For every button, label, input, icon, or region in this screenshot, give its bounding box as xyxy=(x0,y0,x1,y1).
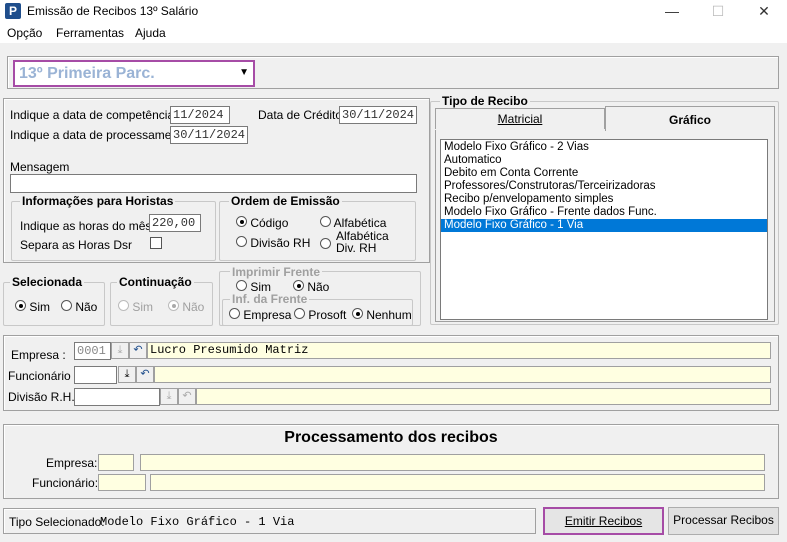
funcionario-name-field xyxy=(154,366,771,383)
ordem-alfabetica-radio[interactable]: Alfabética xyxy=(320,216,386,230)
proc-funcionario-name xyxy=(150,474,765,491)
list-item[interactable]: Debito em Conta Corrente xyxy=(441,167,767,180)
empresa-label: Empresa : xyxy=(11,348,66,362)
app-icon: P xyxy=(5,3,21,19)
divisao-undo-icon[interactable]: ↶ xyxy=(178,388,196,405)
inf-frente-title: Inf. da Frente xyxy=(230,292,310,306)
proc-funcionario-label: Funcionário: xyxy=(32,476,99,490)
inf-nenhum-radio[interactable]: Nenhum xyxy=(352,308,412,322)
selecionada-nao-radio[interactable]: Não xyxy=(61,300,97,314)
status-label: Tipo Selecionado: xyxy=(9,515,105,529)
status-value: Modelo Fixo Gráfico - 1 Via xyxy=(100,515,295,529)
tab-matricial[interactable]: Matricial xyxy=(435,108,605,129)
ordem-title: Ordem de Emissão xyxy=(229,194,342,208)
inf-empresa-radio[interactable]: Empresa xyxy=(229,308,291,322)
funcionario-label: Funcionário : xyxy=(8,369,78,383)
selecionada-sim-radio[interactable]: Sim xyxy=(15,300,50,314)
emitir-recibos-button[interactable]: Emitir Recibos xyxy=(543,507,664,535)
empresa-name-field: Lucro Presumido Matriz xyxy=(147,342,771,359)
proc-funcionario-code xyxy=(98,474,146,491)
dsr-checkbox[interactable] xyxy=(150,237,162,249)
status-bar: Tipo Selecionado: Modelo Fixo Gráfico - … xyxy=(3,508,536,534)
title-bar: P Emissão de Recibos 13º Salário — ☐ ✕ xyxy=(0,0,787,23)
window-title: Emissão de Recibos 13º Salário xyxy=(27,4,199,18)
processamento-label: Indique a data de processamento xyxy=(10,128,189,142)
menu-opcao[interactable]: Opção xyxy=(7,26,42,40)
tab-grafico[interactable]: Gráfico xyxy=(605,106,775,131)
list-item[interactable]: Automatico xyxy=(441,154,767,167)
competencia-input[interactable]: 11/2024 xyxy=(170,106,230,124)
continuacao-title: Continuação xyxy=(117,275,194,289)
tipo-recibo-title: Tipo de Recibo xyxy=(440,94,530,108)
processamento-title: Processamento dos recibos xyxy=(284,429,498,446)
menu-bar: Opção Ferramentas Ajuda xyxy=(0,23,787,43)
ordem-alf-div-label: Alfabética Div. RH xyxy=(336,229,389,255)
ordem-alf-div-radio[interactable] xyxy=(320,238,331,252)
continuacao-nao-radio[interactable]: Não xyxy=(168,300,204,314)
tipo-recibo-list[interactable]: Modelo Fixo Gráfico - 2 Vias Automatico De… xyxy=(440,139,768,320)
divisao-name-field xyxy=(196,388,771,405)
credito-label: Data de Crédito xyxy=(258,108,343,122)
dsr-label: Separa as Horas Dsr xyxy=(20,238,133,252)
competencia-label: Indique a data de competência xyxy=(10,108,175,122)
imprimir-title: Imprimir Frente xyxy=(230,265,323,279)
ordem-divisao-radio[interactable]: Divisão RH xyxy=(236,236,310,250)
parcela-combobox[interactable]: 13º Primeira Parc. ▼ xyxy=(13,60,255,87)
processar-recibos-button[interactable]: Processar Recibos xyxy=(668,507,779,535)
divisao-label: Divisão R.H.: xyxy=(8,390,79,404)
mensagem-label: Mensagem xyxy=(10,160,70,174)
credito-input[interactable]: 30/11/2024 xyxy=(339,106,417,124)
proc-empresa-label: Empresa: xyxy=(46,456,98,470)
divisao-input[interactable] xyxy=(74,388,160,406)
empresa-download-icon[interactable]: ⤓ xyxy=(111,342,129,359)
funcionario-undo-icon[interactable]: ↶ xyxy=(136,366,154,383)
menu-ajuda[interactable]: Ajuda xyxy=(135,26,166,40)
processamento-input[interactable]: 30/11/2024 xyxy=(170,126,248,144)
parcela-value: 13º Primeira Parc. xyxy=(19,65,155,82)
minimize-button[interactable]: — xyxy=(649,0,695,23)
continuacao-sim-radio[interactable]: Sim xyxy=(118,300,153,314)
horas-input[interactable]: 220,00 xyxy=(149,214,201,232)
list-item[interactable]: Modelo Fixo Gráfico - Frente dados Func. xyxy=(441,206,767,219)
divisao-download-icon[interactable]: ⤓ xyxy=(160,388,178,405)
selecionada-title: Selecionada xyxy=(10,275,85,289)
chevron-down-icon: ▼ xyxy=(239,67,249,78)
list-item[interactable]: Modelo Fixo Gráfico - 2 Vias xyxy=(441,141,767,154)
inf-prosoft-radio[interactable]: Prosoft xyxy=(294,308,346,322)
horas-label: Indique as horas do mês xyxy=(20,219,152,233)
list-item[interactable]: Recibo p/envelopamento simples xyxy=(441,193,767,206)
mensagem-input[interactable] xyxy=(10,174,417,193)
list-item[interactable]: Professores/Construtoras/Terceirizadoras xyxy=(441,180,767,193)
horistas-title: Informações para Horistas xyxy=(20,194,176,208)
maximize-button[interactable]: ☐ xyxy=(695,0,741,23)
ordem-codigo-radio[interactable]: Código xyxy=(236,216,288,230)
funcionario-input[interactable] xyxy=(74,366,117,384)
proc-empresa-name xyxy=(140,454,765,471)
empresa-code-input[interactable]: 0001 xyxy=(74,342,111,360)
list-item[interactable]: Modelo Fixo Gráfico - 1 Via xyxy=(441,219,767,232)
empresa-undo-icon[interactable]: ↶ xyxy=(129,342,147,359)
funcionario-download-icon[interactable]: ⤓ xyxy=(118,366,136,383)
close-button[interactable]: ✕ xyxy=(741,0,787,23)
menu-ferramentas[interactable]: Ferramentas xyxy=(56,26,124,40)
proc-empresa-code xyxy=(98,454,134,471)
